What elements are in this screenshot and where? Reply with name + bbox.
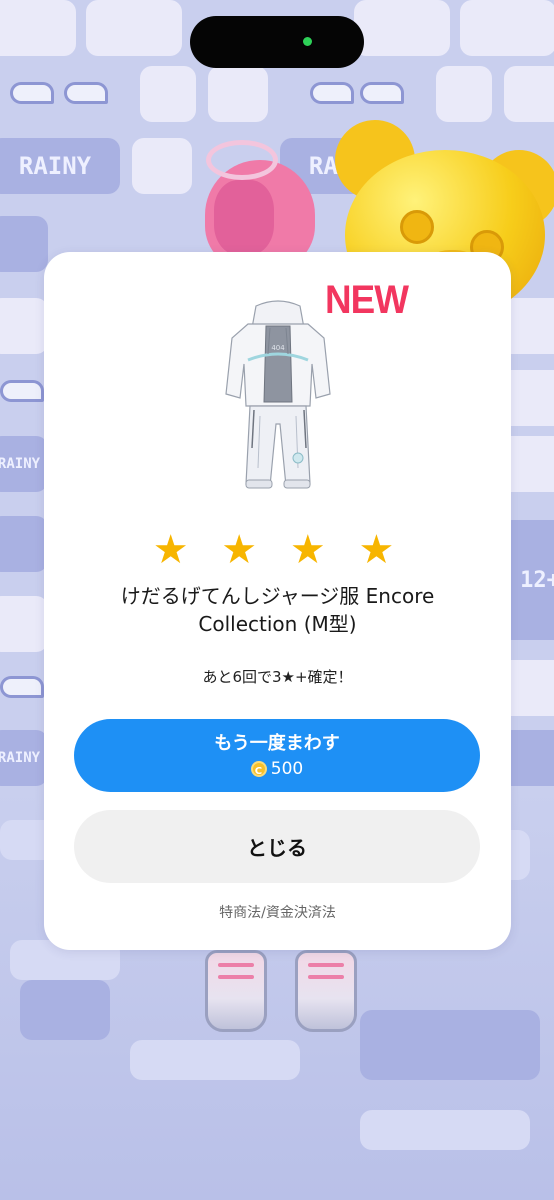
camera-indicator-icon	[303, 37, 312, 46]
headphones-tile	[460, 0, 554, 56]
wing-icon	[10, 82, 54, 104]
shoe-lace	[218, 975, 254, 979]
heart-tile	[0, 516, 48, 572]
heart-chat-tile	[0, 0, 76, 56]
heart-chat-tile	[0, 298, 48, 354]
wing-icon	[0, 380, 44, 402]
rainy-tile: RAINY	[0, 730, 48, 786]
rainy-tile: RAINY	[0, 436, 48, 492]
spin-again-button[interactable]: もう一度まわす 500	[74, 719, 480, 792]
rarity-stars: ★ ★ ★ ★	[44, 526, 511, 574]
phone-tile	[132, 138, 192, 194]
halo-icon	[206, 140, 278, 180]
heart-tile	[0, 216, 48, 272]
star-icon: ★	[152, 527, 197, 573]
shoe-lace	[218, 963, 254, 967]
bear-eye	[400, 210, 434, 244]
floor-tile	[360, 1110, 530, 1150]
spin-cost-value: 500	[270, 758, 304, 779]
star-icon: ★	[289, 527, 334, 573]
shoe-lace	[308, 975, 344, 979]
spin-again-label: もう一度まわす	[214, 732, 340, 754]
heart-chat-tile	[0, 596, 48, 652]
star-icon: ★	[221, 527, 266, 573]
legal-notice-link[interactable]: 特商法/資金決済法	[44, 902, 511, 922]
guarantee-text: あと6回で3★+確定！	[202, 668, 353, 686]
close-button-label: とじる	[247, 836, 307, 860]
spin-cost: 500	[250, 758, 304, 783]
note-tile	[140, 66, 196, 122]
wing-icon	[310, 82, 354, 104]
avatar-hair-shadow	[214, 180, 274, 255]
rainy-label: RAINY	[0, 456, 41, 472]
wing-icon	[64, 82, 108, 104]
svg-text:404: 404	[271, 344, 285, 352]
battery-tile	[360, 1010, 540, 1080]
gacha-result-screen: RAINY RAINY RAINY RAINY 12+	[0, 0, 554, 1200]
rainy-label: RAINY	[18, 152, 92, 180]
jersey-outfit-icon: 404	[225, 300, 331, 489]
dynamic-island	[190, 16, 364, 68]
rainy-tile: RAINY	[0, 138, 120, 194]
shoe-left	[205, 950, 267, 1032]
shoe-right	[295, 950, 357, 1032]
wing-icon	[0, 676, 44, 698]
gacha-result-card: NEW 404 ★ ★ ★ ★ けだるげてんしジャージ服 Encore Coll…	[44, 252, 511, 950]
mail-tile	[208, 66, 268, 122]
avatar-shoes	[205, 950, 357, 1040]
rainy-label: RAINY	[0, 750, 41, 766]
headphones-tile	[86, 0, 182, 56]
floor-tile	[130, 1040, 300, 1080]
heart-chat-tile	[354, 0, 450, 56]
star-icon: ★	[358, 527, 403, 573]
wing-icon	[360, 82, 404, 104]
shoe-lace	[308, 963, 344, 967]
item-name: けだるげてんしジャージ服 Encore Collection (M型)	[120, 584, 435, 636]
coin-icon	[250, 760, 267, 783]
wifi-tile	[20, 980, 110, 1040]
close-button[interactable]: とじる	[74, 810, 480, 883]
